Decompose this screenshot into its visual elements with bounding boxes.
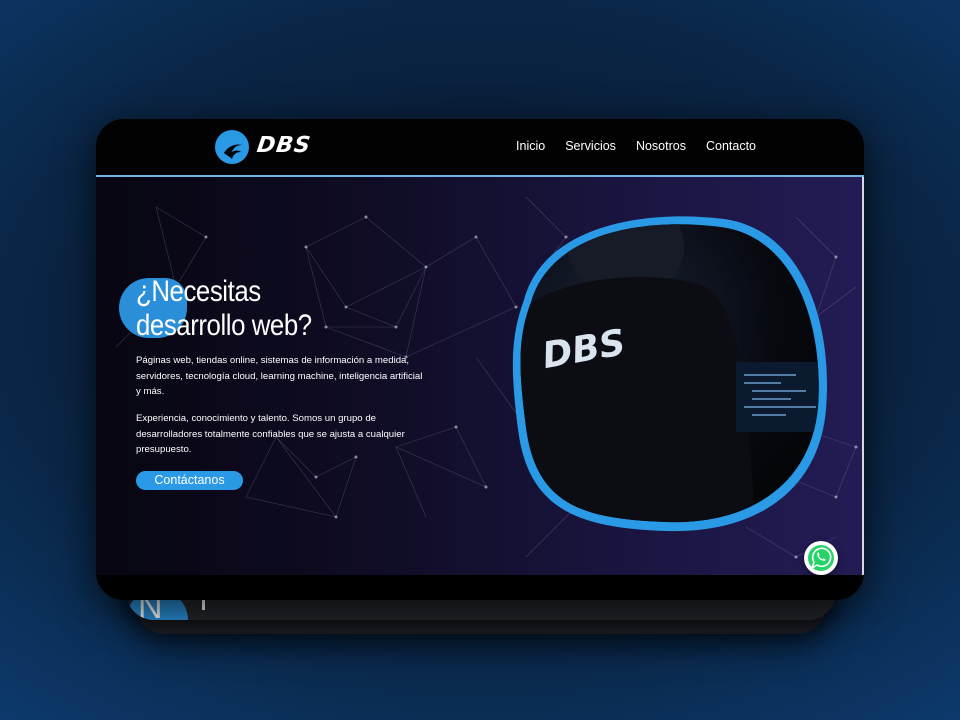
section-divider-strip xyxy=(96,575,864,600)
hero-description: Páginas web, tiendas online, sistemas de… xyxy=(136,355,423,398)
contact-cta-button[interactable]: Contáctanos xyxy=(136,471,243,490)
whatsapp-icon xyxy=(808,545,834,571)
whatsapp-button[interactable] xyxy=(804,541,838,575)
logo-wordmark[interactable]: DBS xyxy=(255,133,312,158)
navbar: DBS Inicio Servicios Nosotros Contacto xyxy=(96,119,864,177)
nav-link-servicios[interactable]: Servicios xyxy=(565,139,616,153)
website-preview-card: DBS Inicio Servicios Nosotros Contacto ¿… xyxy=(96,119,864,600)
hero-section: ¿Necesitas desarrollo web? Páginas web, … xyxy=(96,177,864,575)
nav-link-contacto[interactable]: Contacto xyxy=(706,139,756,153)
hero-subdescription: Experiencia, conocimiento y talento. Som… xyxy=(136,413,405,456)
nav-link-nosotros[interactable]: Nosotros xyxy=(636,139,686,153)
hero-title: ¿Necesitas desarrollo web? xyxy=(136,275,312,343)
nav-link-inicio[interactable]: Inicio xyxy=(516,139,545,153)
hero-developer-photo: DBS xyxy=(512,216,828,532)
hero-edge-line xyxy=(862,177,864,575)
hero-title-line1: ¿Necesitas xyxy=(136,275,261,308)
hero-title-line2: desarrollo web? xyxy=(136,309,312,342)
dbs-logo-icon[interactable] xyxy=(215,130,249,164)
main-nav: Inicio Servicios Nosotros Contacto xyxy=(516,139,756,153)
